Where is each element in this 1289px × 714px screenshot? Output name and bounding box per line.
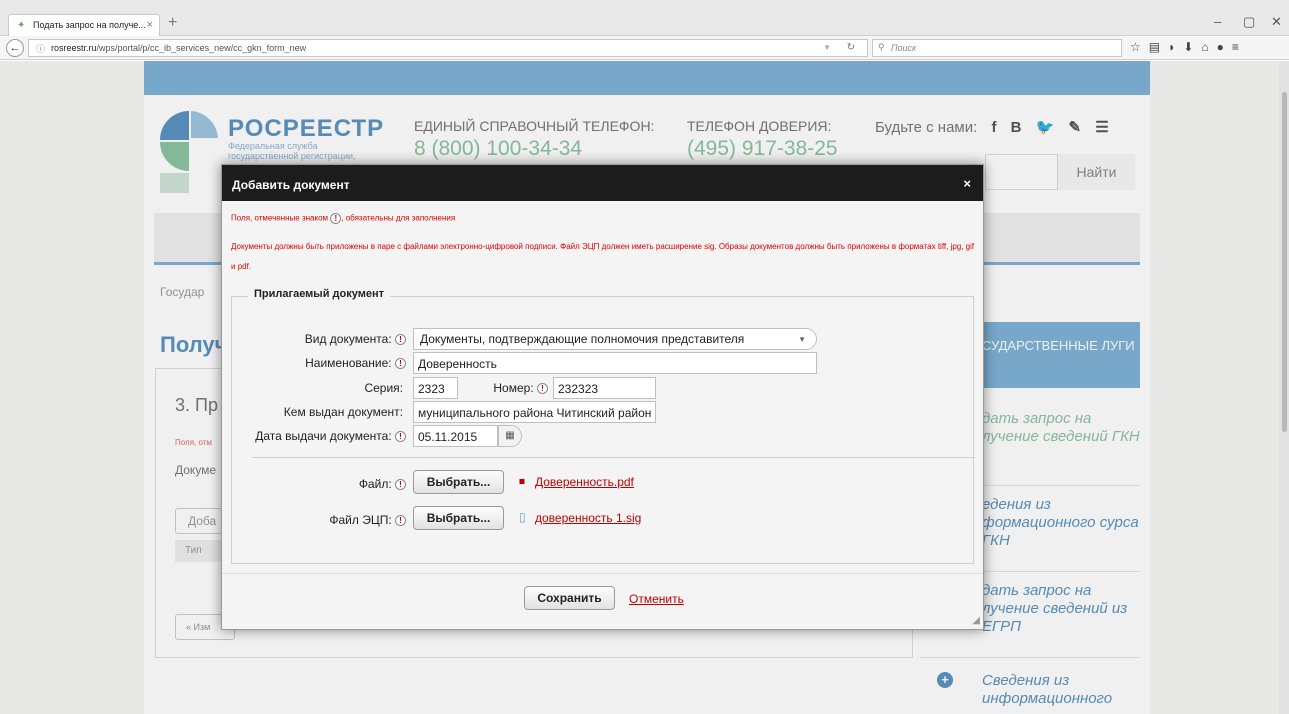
site-info-icon[interactable]: ⓘ bbox=[36, 42, 45, 55]
browser-navbar: ← ⓘ rosreestr.ru/wps/portal/p/cc_ib_serv… bbox=[0, 36, 1289, 60]
pdf-file-icon: ⏹ bbox=[519, 474, 526, 488]
issue-date-label: Дата выдачи документа: ! bbox=[232, 429, 406, 443]
chat-icon[interactable]: ● bbox=[1217, 40, 1232, 54]
series-label: Серия: bbox=[364, 381, 403, 395]
save-button[interactable]: Сохранить bbox=[524, 586, 615, 610]
pocket-icon[interactable]: ◗ bbox=[1168, 40, 1183, 54]
choose-file-button[interactable]: Выбрать... bbox=[413, 470, 504, 494]
file-label: Файл: ! bbox=[292, 477, 406, 491]
sig-file-label-text: Файл ЭЦП: bbox=[329, 513, 392, 527]
number-label-text: Номер: bbox=[493, 381, 534, 395]
url-path: /wps/portal/p/cc_ib_services_new/cc_gkn_… bbox=[96, 43, 307, 53]
issue-date-label-text: Дата выдачи документа: bbox=[255, 429, 392, 443]
required-icon: ! bbox=[330, 213, 342, 224]
add-document-dialog: Добавить документ × Поля, отмеченные зна… bbox=[221, 164, 984, 630]
required-fields-note: Поля, отмеченные знаком !, обязательны д… bbox=[231, 213, 455, 224]
menu-icon[interactable]: ≡ bbox=[1232, 40, 1247, 54]
url-dropdown-icon[interactable]: ▼ bbox=[823, 43, 831, 52]
close-icon[interactable]: × bbox=[963, 176, 971, 191]
maximize-button[interactable]: ▢ bbox=[1243, 14, 1255, 30]
address-bar[interactable]: ⓘ rosreestr.ru/wps/portal/p/cc_ib_servic… bbox=[28, 39, 868, 57]
home-icon[interactable]: ⌂ bbox=[1201, 40, 1216, 54]
browser-tabbar: ✦ Подать запрос на получе... × + – ▢ ✕ bbox=[0, 0, 1289, 36]
site-favicon-icon: ✦ bbox=[17, 20, 26, 31]
toolbar-icons: ☆▤◗⬇⌂●≡ bbox=[1130, 40, 1247, 54]
sig-file-label: Файл ЭЦП: ! bbox=[272, 513, 406, 527]
browser-search-input[interactable]: ⚲ Поиск bbox=[872, 39, 1122, 57]
dialog-header: Добавить документ × bbox=[222, 165, 983, 201]
reload-icon[interactable]: ↻ bbox=[847, 42, 855, 53]
bookmark-star-icon[interactable]: ☆ bbox=[1130, 40, 1149, 54]
required-icon: ! bbox=[395, 358, 406, 370]
required-icon: ! bbox=[395, 479, 406, 491]
dialog-footer-divider bbox=[222, 573, 983, 574]
attached-document-fieldset: Прилагаемый документ Вид документа: ! До… bbox=[231, 288, 975, 564]
file-link[interactable]: Доверенность.pdf bbox=[535, 475, 634, 489]
file-label-text: Файл: bbox=[358, 477, 392, 491]
required-icon: ! bbox=[537, 383, 548, 395]
issued-by-label: Кем выдан документ: bbox=[283, 405, 403, 419]
new-tab-button[interactable]: + bbox=[168, 14, 177, 32]
reading-list-icon[interactable]: ▤ bbox=[1149, 40, 1168, 54]
search-placeholder: Поиск bbox=[891, 43, 917, 53]
required-note-text: Поля, отмеченные знаком bbox=[231, 213, 329, 223]
resize-grip-icon[interactable]: ◢ bbox=[972, 615, 980, 626]
doc-type-label-text: Вид документа: bbox=[304, 332, 392, 346]
choose-sig-button[interactable]: Выбрать... bbox=[413, 506, 504, 530]
fieldset-legend: Прилагаемый документ bbox=[248, 288, 390, 300]
required-note-tail: , обязательны для заполнения bbox=[341, 213, 456, 223]
document-file-icon: ▯ bbox=[519, 510, 526, 524]
name-input[interactable]: Доверенность bbox=[413, 352, 817, 374]
required-icon: ! bbox=[395, 431, 406, 443]
doc-type-label: Вид документа: ! bbox=[272, 332, 406, 346]
number-label: Номер: ! bbox=[482, 381, 548, 395]
browser-tab[interactable]: ✦ Подать запрос на получе... × bbox=[8, 14, 160, 36]
required-icon: ! bbox=[395, 334, 406, 346]
doc-type-select[interactable]: Документы, подтверждающие полномочия пре… bbox=[413, 328, 817, 350]
calendar-icon[interactable]: ▦ bbox=[498, 425, 522, 447]
download-icon[interactable]: ⬇ bbox=[1183, 40, 1201, 54]
url-host: rosreestr.ru bbox=[51, 43, 97, 53]
doc-type-value: Документы, подтверждающие полномочия пре… bbox=[420, 332, 745, 346]
series-input[interactable]: 2323 bbox=[413, 377, 458, 399]
fieldset-divider bbox=[252, 457, 975, 458]
dialog-title: Добавить документ bbox=[232, 178, 350, 192]
close-window-button[interactable]: ✕ bbox=[1271, 14, 1282, 30]
signature-warning: Документы должны быть приложены в паре с… bbox=[231, 242, 975, 271]
number-input[interactable]: 232323 bbox=[553, 377, 656, 399]
required-icon: ! bbox=[395, 515, 406, 527]
sig-file-link[interactable]: доверенность 1.sig bbox=[535, 511, 641, 525]
chevron-down-icon: ▼ bbox=[798, 335, 806, 344]
minimize-button[interactable]: – bbox=[1214, 14, 1221, 29]
name-label-text: Наименование: bbox=[305, 356, 392, 370]
tab-close-icon[interactable]: × bbox=[147, 19, 153, 31]
issue-date-input[interactable]: 05.11.2015 bbox=[413, 425, 498, 447]
search-icon: ⚲ bbox=[878, 42, 885, 52]
tab-title: Подать запрос на получе... bbox=[33, 20, 146, 30]
issued-by-input[interactable]: муниципального района Читинский район bbox=[413, 401, 656, 423]
name-label: Наименование: ! bbox=[272, 356, 406, 370]
back-arrow-icon[interactable]: ← bbox=[6, 39, 24, 57]
cancel-link[interactable]: Отменить bbox=[629, 592, 684, 606]
